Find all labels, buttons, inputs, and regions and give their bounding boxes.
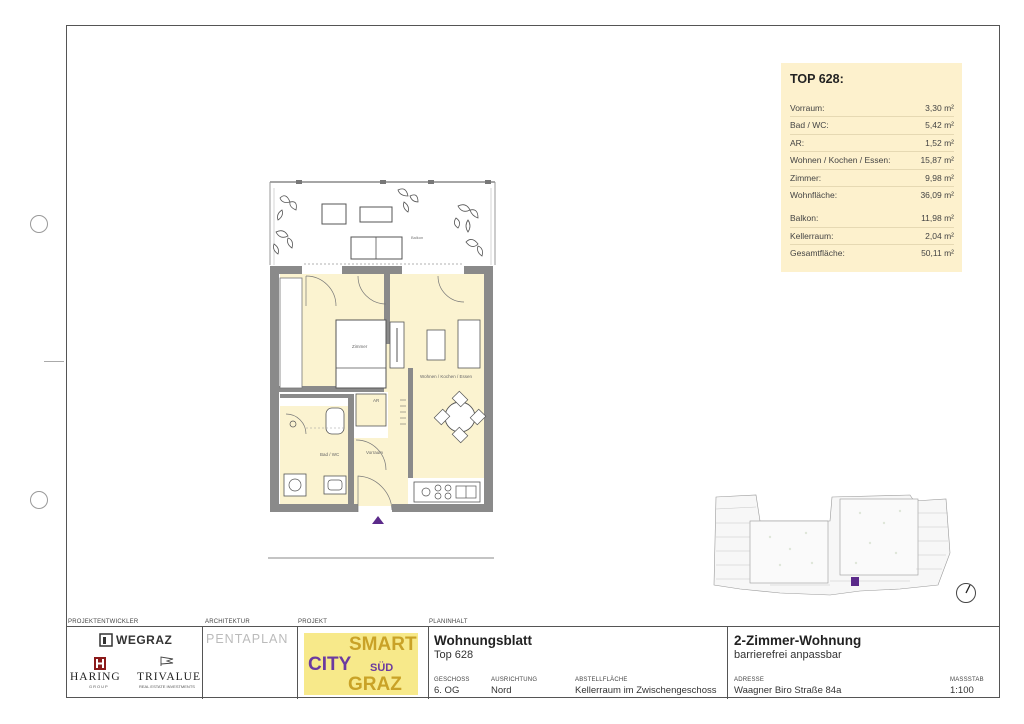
area-row: Vorraum: 3,30 m²	[790, 100, 954, 118]
area-value: 2,04 m²	[925, 230, 954, 241]
area-row: Balkon: 11,98 m²	[790, 210, 954, 228]
field-label: GESCHOSS	[434, 677, 470, 683]
binder-hole-top	[30, 215, 48, 233]
area-row: Kellerraum: 2,04 m²	[790, 228, 954, 246]
architect-label: ARCHITEKTUR	[205, 619, 250, 625]
area-label: Wohnen / Kochen / Essen:	[790, 155, 891, 166]
address-value: Waagner Biro Straße 84a	[734, 685, 842, 696]
area-label: Kellerraum:	[790, 230, 834, 241]
city-text: CITY	[308, 654, 352, 675]
graz-text: GRAZ	[348, 674, 402, 695]
field-label: ABSTELLFLÄCHE	[575, 677, 628, 683]
area-label: Zimmer:	[790, 172, 822, 183]
scale-label: MASSSTAB	[950, 677, 984, 683]
area-label: Wohnfläche:	[790, 189, 838, 200]
scale-value: 1:100	[950, 685, 974, 696]
haring-sub: GROUP	[89, 684, 109, 689]
balcony: Balkon	[269, 180, 496, 265]
field-label: AUSRICHTUNG	[491, 677, 538, 683]
area-label: AR:	[790, 137, 805, 148]
address-label: ADRESSE	[734, 677, 765, 683]
fold-mark	[44, 361, 64, 362]
area-row-total: Wohnfläche: 36,09 m²	[790, 187, 954, 203]
area-label: Vorraum:	[790, 103, 825, 113]
smart-city-logo: SMART CITY SÜD GRAZ	[304, 633, 418, 695]
area-row-grand-total: Gesamtfläche: 50,11 m²	[790, 245, 954, 261]
field-value: Kellerraum im Zwischengeschoss	[575, 685, 717, 696]
trivalue-sub: REAL ESTATE INVESTMENTS	[139, 684, 195, 689]
area-value: 36,09 m²	[920, 189, 954, 200]
wegraz-logo-icon	[99, 633, 113, 647]
smart-text: SMART	[349, 634, 417, 655]
plan-label: PLANINHALT	[429, 619, 468, 625]
plant-icon	[397, 188, 419, 213]
area-row: Wohnen / Kochen / Essen: 15,87 m²	[790, 152, 954, 170]
trivalue-logo: TRIVALUE	[137, 671, 202, 683]
title-block: PROJEKTENTWICKLER ARCHITEKTUR PROJEKT PL…	[66, 619, 1000, 699]
area-value: 9,98 m²	[925, 172, 954, 183]
wegraz-logo: WEGRAZ	[116, 633, 173, 647]
room-label-bad: Bad / WC	[320, 452, 340, 457]
sud-text: SÜD	[370, 662, 394, 674]
haring-logo: HARING	[70, 671, 121, 683]
balcony-label: Balkon	[411, 235, 423, 240]
floor-plan: Balkon Zimmer Wohnen / Kochen / Essen AR…	[268, 180, 496, 559]
plant-icon	[454, 204, 479, 233]
plant-icon	[465, 239, 483, 257]
area-value: 11,98 m²	[921, 213, 954, 224]
field-value: Nord	[491, 685, 512, 696]
pentaplan-logo: PENTAPLAN	[206, 632, 289, 646]
trivalue-logo-icon	[160, 656, 174, 666]
north-arrow-icon	[956, 583, 976, 603]
area-row: Bad / WC: 5,42 m²	[790, 117, 954, 135]
area-value: 15,87 m²	[920, 155, 954, 166]
area-value: 1,52 m²	[925, 137, 954, 148]
apartment-subtitle: barrierefrei anpassbar	[734, 649, 842, 661]
area-value: 5,42 m²	[925, 120, 954, 131]
developer-label: PROJEKTENTWICKLER	[68, 619, 139, 625]
area-table-title: TOP 628:	[790, 72, 844, 86]
area-row: Zimmer: 9,98 m²	[790, 170, 954, 187]
document-subtitle: Top 628	[434, 649, 474, 661]
room-label-wohnen: Wohnen / Kochen / Essen	[420, 374, 472, 379]
site-plan	[713, 494, 951, 596]
area-label: Gesamtfläche:	[790, 248, 845, 259]
area-table: TOP 628: Vorraum: 3,30 m² Bad / WC: 5,42 m…	[781, 63, 962, 272]
field-value: 6. OG	[434, 685, 460, 696]
area-value: 50,11 m²	[921, 248, 954, 259]
binder-hole-bottom	[30, 491, 48, 509]
unit-highlight	[851, 577, 859, 586]
haring-logo-icon	[94, 657, 106, 670]
apartment-title: 2-Zimmer-Wohnung	[734, 633, 862, 648]
area-row: AR: 1,52 m²	[790, 135, 954, 153]
room-label-zimmer: Zimmer	[352, 344, 368, 349]
room-label-vorraum: Vorraum	[366, 450, 383, 455]
area-value: 3,30 m²	[925, 103, 954, 113]
entrance-arrow-icon	[372, 516, 384, 524]
plant-icon	[273, 195, 297, 255]
area-label: Bad / WC:	[790, 120, 829, 131]
room-label-ar: AR	[373, 398, 380, 403]
document-title: Wohnungsblatt	[434, 633, 532, 648]
project-label: PROJEKT	[298, 619, 328, 625]
area-label: Balkon:	[790, 213, 819, 224]
